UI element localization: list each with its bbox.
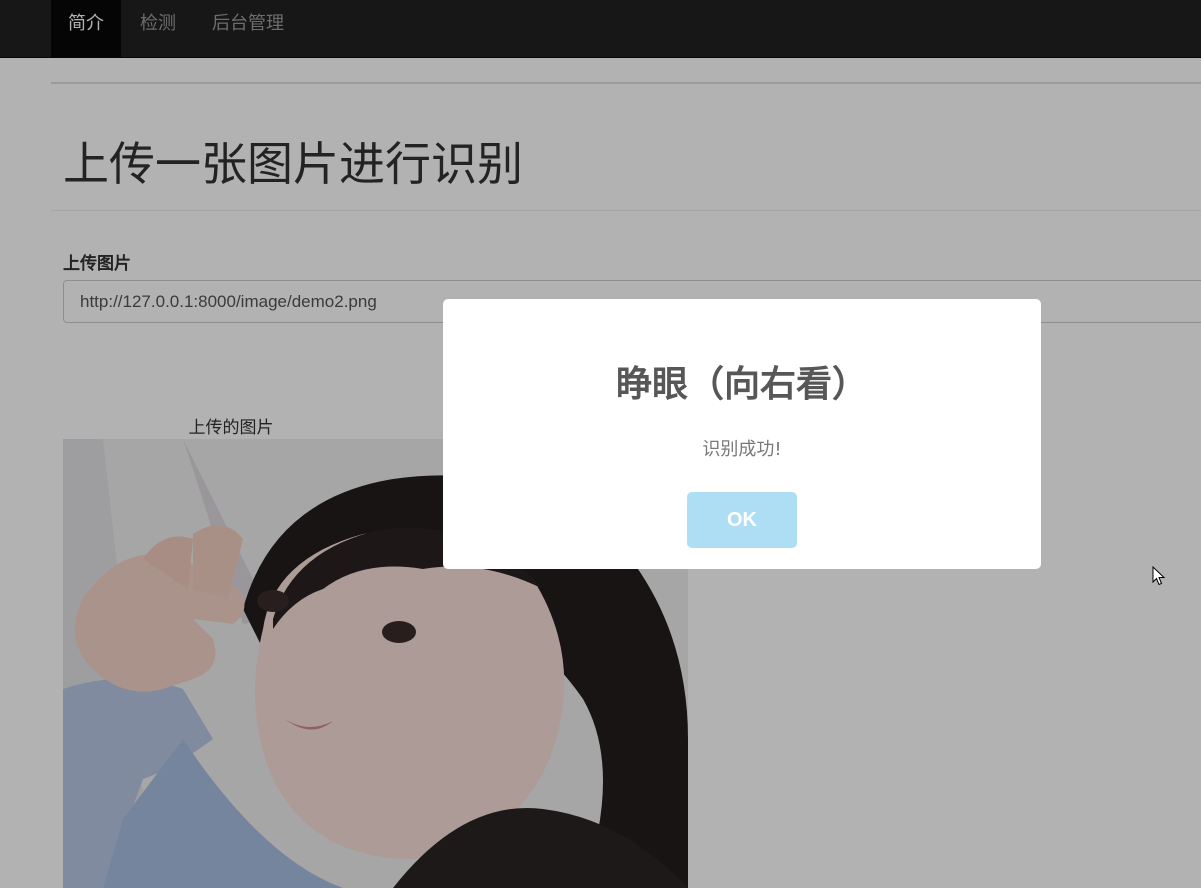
dialog-message: 识别成功! <box>702 439 782 460</box>
ok-button[interactable]: OK <box>687 492 797 548</box>
result-dialog: 睁眼（向右看） 识别成功! OK <box>443 299 1041 569</box>
dialog-title: 睁眼（向右看） <box>615 364 868 405</box>
mouse-cursor-icon <box>1152 565 1166 586</box>
